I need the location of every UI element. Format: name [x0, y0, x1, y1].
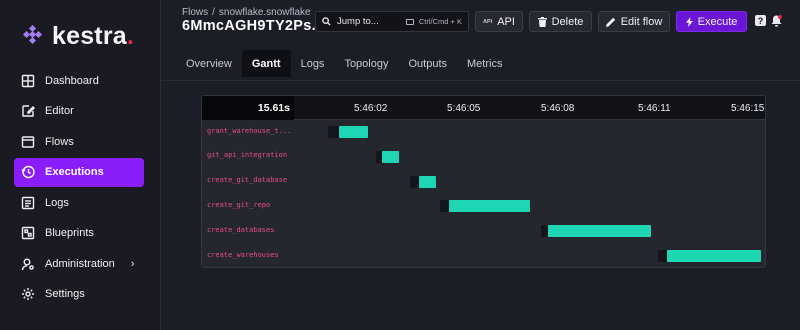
task-name: create_warehouses: [207, 251, 279, 259]
tab-divider: [161, 80, 800, 81]
task-name: git_api_integration: [207, 151, 288, 159]
breadcrumb: Flows / snowflake.snowflake: [182, 7, 315, 18]
sidebar-item-dashboard[interactable]: Dashboard: [14, 66, 144, 95]
sidebar: kestra. Dashboard Editor Flows Execution…: [0, 0, 161, 330]
sidebar-nav: Dashboard Editor Flows Executions Logs B…: [14, 66, 144, 310]
gantt-row[interactable]: create_git_repo: [202, 194, 765, 218]
task-name: create_git_repo: [207, 201, 271, 209]
trash-icon: [537, 16, 547, 27]
time-tick: 5:46:15: [731, 102, 765, 114]
executions-icon: [21, 165, 35, 179]
gantt-row[interactable]: create_warehouses: [202, 244, 765, 267]
task-name: grant_warehouse_t...: [207, 127, 292, 135]
task-duration-bar[interactable]: [548, 225, 651, 237]
search-icon: [322, 17, 331, 26]
time-tick: 5:46:08: [541, 102, 575, 114]
tab-metrics[interactable]: Metrics: [457, 50, 512, 77]
sidebar-item-logs[interactable]: Logs: [14, 188, 144, 217]
sidebar-item-label: Flows: [45, 135, 74, 148]
task-name: create_git_database: [207, 176, 288, 184]
blueprints-icon: [21, 226, 35, 240]
delete-button[interactable]: Delete: [529, 11, 592, 32]
tab-logs[interactable]: Logs: [291, 50, 335, 77]
task-duration-bar[interactable]: [667, 250, 761, 262]
tab-gantt[interactable]: Gantt: [241, 50, 291, 77]
api-button[interactable]: API API: [475, 11, 523, 32]
dashboard-icon: [21, 74, 35, 88]
execute-label: Execute: [697, 15, 738, 28]
logs-icon: [21, 196, 35, 210]
editor-icon: [21, 104, 35, 118]
flows-icon: [21, 135, 35, 149]
sidebar-item-label: Executions: [45, 166, 104, 178]
breadcrumb-flows-link[interactable]: Flows: [182, 7, 208, 18]
task-duration-bar[interactable]: [382, 151, 399, 163]
tab-outputs[interactable]: Outputs: [398, 50, 457, 77]
time-tick: 5:46:02: [354, 102, 388, 114]
gantt-row[interactable]: create_databases: [202, 219, 765, 243]
breadcrumb-namespace-link[interactable]: snowflake.snowflake: [219, 7, 311, 18]
task-duration-bar[interactable]: [339, 126, 368, 138]
tab-overview[interactable]: Overview: [176, 50, 242, 77]
task-duration-bar[interactable]: [419, 176, 436, 188]
help-icon[interactable]: ?: [755, 15, 766, 26]
jump-to-label: Jump to...: [337, 16, 379, 27]
execution-tabs: Overview Gantt Logs Topology Outputs Met…: [176, 50, 512, 77]
sidebar-item-blueprints[interactable]: Blueprints: [14, 219, 144, 248]
sidebar-item-flows[interactable]: Flows: [14, 127, 144, 156]
api-icon: API: [483, 18, 493, 25]
breadcrumb-separator: /: [212, 7, 215, 18]
task-name: create_databases: [207, 226, 275, 234]
page-title: 6MmcAGH9TY2Ps...: [182, 18, 325, 34]
logo-text: kestra.: [52, 22, 135, 50]
kestra-logo-icon: [22, 24, 44, 48]
sidebar-item-executions[interactable]: Executions: [14, 157, 144, 187]
lightning-icon: [685, 16, 693, 27]
gantt-row[interactable]: grant_warehouse_t...: [202, 120, 765, 144]
kestra-logo[interactable]: kestra.: [22, 22, 134, 51]
task-duration-bar[interactable]: [449, 200, 530, 212]
sidebar-item-administration[interactable]: Administration ›: [14, 249, 144, 278]
settings-icon: [21, 287, 35, 301]
gantt-chart: 15.61s 5:46:02 5:46:05 5:46:08 5:46:11 5…: [201, 95, 766, 268]
notification-bell-icon[interactable]: [771, 14, 782, 27]
sidebar-item-label: Blueprints: [45, 227, 94, 239]
task-queued-segment: [410, 176, 419, 188]
time-tick: 5:46:11: [638, 102, 671, 114]
edit-flow-label: Edit flow: [620, 15, 663, 28]
sidebar-item-label: Logs: [45, 196, 69, 209]
gantt-header: 15.61s 5:46:02 5:46:05 5:46:08 5:46:11 5…: [202, 96, 765, 120]
api-button-label: API: [497, 15, 515, 28]
keyboard-shortcut: Ctrl/Cmd + K: [405, 17, 462, 26]
sidebar-item-label: Administration: [45, 257, 115, 270]
chevron-right-icon: ›: [130, 257, 135, 270]
gantt-row[interactable]: create_git_database: [202, 169, 765, 193]
administration-icon: [21, 257, 35, 271]
task-queued-segment: [541, 225, 548, 237]
task-queued-segment: [328, 126, 339, 138]
sidebar-item-label: Editor: [45, 105, 74, 117]
sidebar-item-label: Settings: [45, 288, 85, 300]
tab-topology[interactable]: Topology: [334, 50, 398, 77]
edit-flow-button[interactable]: Edit flow: [598, 11, 670, 32]
execute-button[interactable]: Execute: [676, 11, 747, 32]
gantt-row[interactable]: git_api_integration: [202, 144, 765, 168]
sidebar-item-settings[interactable]: Settings: [14, 280, 144, 309]
task-queued-segment: [658, 250, 667, 262]
keyboard-icon: [405, 18, 414, 25]
sidebar-item-editor[interactable]: Editor: [14, 97, 144, 126]
sidebar-item-label: Dashboard: [45, 74, 99, 87]
task-queued-segment: [440, 200, 449, 212]
delete-button-label: Delete: [551, 15, 584, 28]
pencil-icon: [605, 17, 616, 27]
time-tick: 5:46:05: [447, 102, 481, 114]
jump-to-search[interactable]: Jump to... Ctrl/Cmd + K: [315, 11, 469, 32]
total-duration: 15.61s: [202, 96, 294, 120]
